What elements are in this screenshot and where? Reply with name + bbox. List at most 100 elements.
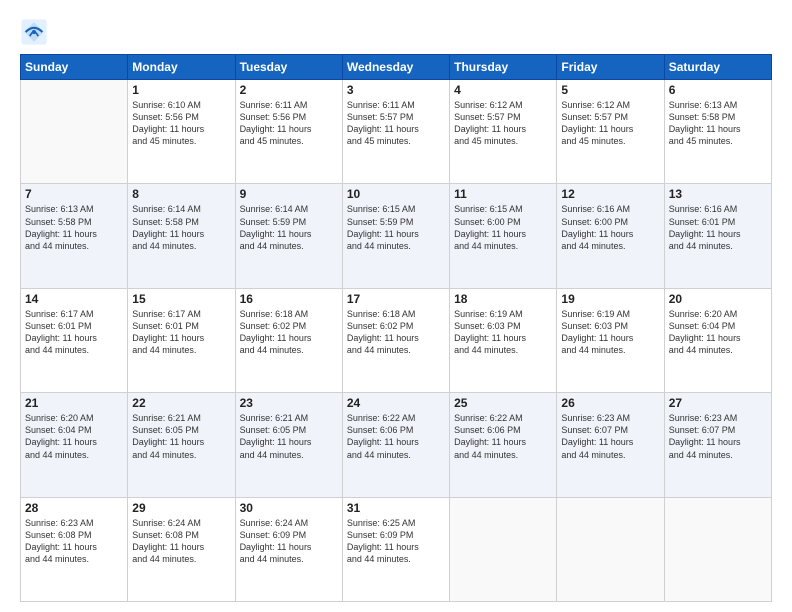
calendar-header: SundayMondayTuesdayWednesdayThursdayFrid… xyxy=(21,55,772,80)
calendar-body: 1 Sunrise: 6:10 AM Sunset: 5:56 PM Daylig… xyxy=(21,80,772,602)
day-number: 8 xyxy=(132,187,230,201)
day-number: 18 xyxy=(454,292,552,306)
day-number: 30 xyxy=(240,501,338,515)
cell-info: Sunrise: 6:13 AM Sunset: 5:58 PM Dayligh… xyxy=(25,203,123,252)
calendar-cell: 26Sunrise: 6:23 AM Sunset: 6:07 PM Dayli… xyxy=(557,393,664,497)
calendar-cell: 25Sunrise: 6:22 AM Sunset: 6:06 PM Dayli… xyxy=(450,393,557,497)
logo xyxy=(20,18,52,46)
calendar: SundayMondayTuesdayWednesdayThursdayFrid… xyxy=(20,54,772,602)
day-number: 1 xyxy=(132,83,230,97)
weekday-header-saturday: Saturday xyxy=(664,55,771,80)
cell-info: Sunrise: 6:17 AM Sunset: 6:01 PM Dayligh… xyxy=(25,308,123,357)
calendar-cell: 9Sunrise: 6:14 AM Sunset: 5:59 PM Daylig… xyxy=(235,184,342,288)
day-number: 22 xyxy=(132,396,230,410)
day-number: 7 xyxy=(25,187,123,201)
calendar-cell: 15 Sunrise: 6:17 AM Sunset: 6:01 PM Dayli… xyxy=(128,288,235,392)
cell-info: Sunrise: 6:23 AM Sunset: 6:07 PM Dayligh… xyxy=(561,412,659,461)
cell-info: Sunrise: 6:20 AM Sunset: 6:04 PM Dayligh… xyxy=(25,412,123,461)
weekday-header-thursday: Thursday xyxy=(450,55,557,80)
calendar-cell: 27 Sunrise: 6:23 AM Sunset: 6:07 PM Dayli… xyxy=(664,393,771,497)
day-number: 16 xyxy=(240,292,338,306)
cell-info: Sunrise: 6:20 AM Sunset: 6:04 PM Dayligh… xyxy=(669,308,767,357)
cell-info: Sunrise: 6:23 AM Sunset: 6:07 PM Dayligh… xyxy=(669,412,767,461)
weekday-header-monday: Monday xyxy=(128,55,235,80)
header xyxy=(20,18,772,46)
day-number: 15 xyxy=(132,292,230,306)
cell-info: Sunrise: 6:12 AM Sunset: 5:57 PM Dayligh… xyxy=(454,99,552,148)
day-number: 13 xyxy=(669,187,767,201)
day-number: 14 xyxy=(25,292,123,306)
cell-info: Sunrise: 6:10 AM Sunset: 5:56 PM Dayligh… xyxy=(132,99,230,148)
cell-info: Sunrise: 6:13 AM Sunset: 5:58 PM Dayligh… xyxy=(669,99,767,148)
day-number: 23 xyxy=(240,396,338,410)
cell-info: Sunrise: 6:18 AM Sunset: 6:02 PM Dayligh… xyxy=(240,308,338,357)
weekday-header-sunday: Sunday xyxy=(21,55,128,80)
weekday-row: SundayMondayTuesdayWednesdayThursdayFrid… xyxy=(21,55,772,80)
week-row: 1 Sunrise: 6:10 AM Sunset: 5:56 PM Daylig… xyxy=(21,80,772,184)
week-row: 7 Sunrise: 6:13 AM Sunset: 5:58 PM Daylig… xyxy=(21,184,772,288)
day-number: 6 xyxy=(669,83,767,97)
cell-info: Sunrise: 6:14 AM Sunset: 5:59 PM Dayligh… xyxy=(240,203,338,252)
cell-info: Sunrise: 6:15 AM Sunset: 5:59 PM Dayligh… xyxy=(347,203,445,252)
cell-info: Sunrise: 6:14 AM Sunset: 5:58 PM Dayligh… xyxy=(132,203,230,252)
day-number: 29 xyxy=(132,501,230,515)
calendar-cell: 20 Sunrise: 6:20 AM Sunset: 6:04 PM Dayli… xyxy=(664,288,771,392)
calendar-cell: 19Sunrise: 6:19 AM Sunset: 6:03 PM Dayli… xyxy=(557,288,664,392)
calendar-cell: 2 Sunrise: 6:11 AM Sunset: 5:56 PM Daylig… xyxy=(235,80,342,184)
calendar-cell xyxy=(450,497,557,601)
day-number: 11 xyxy=(454,187,552,201)
calendar-cell: 21 Sunrise: 6:20 AM Sunset: 6:04 PM Dayli… xyxy=(21,393,128,497)
weekday-header-tuesday: Tuesday xyxy=(235,55,342,80)
day-number: 3 xyxy=(347,83,445,97)
week-row: 14 Sunrise: 6:17 AM Sunset: 6:01 PM Dayli… xyxy=(21,288,772,392)
day-number: 5 xyxy=(561,83,659,97)
day-number: 21 xyxy=(25,396,123,410)
calendar-cell: 28 Sunrise: 6:23 AM Sunset: 6:08 PM Dayli… xyxy=(21,497,128,601)
calendar-cell xyxy=(664,497,771,601)
week-row: 21 Sunrise: 6:20 AM Sunset: 6:04 PM Dayli… xyxy=(21,393,772,497)
day-number: 27 xyxy=(669,396,767,410)
calendar-cell: 7 Sunrise: 6:13 AM Sunset: 5:58 PM Daylig… xyxy=(21,184,128,288)
calendar-cell: 24 Sunrise: 6:22 AM Sunset: 6:06 PM Dayli… xyxy=(342,393,449,497)
day-number: 31 xyxy=(347,501,445,515)
calendar-cell: 12Sunrise: 6:16 AM Sunset: 6:00 PM Dayli… xyxy=(557,184,664,288)
week-row: 28 Sunrise: 6:23 AM Sunset: 6:08 PM Dayli… xyxy=(21,497,772,601)
calendar-cell: 13 Sunrise: 6:16 AM Sunset: 6:01 PM Dayli… xyxy=(664,184,771,288)
logo-icon xyxy=(20,18,48,46)
day-number: 2 xyxy=(240,83,338,97)
cell-info: Sunrise: 6:25 AM Sunset: 6:09 PM Dayligh… xyxy=(347,517,445,566)
cell-info: Sunrise: 6:17 AM Sunset: 6:01 PM Dayligh… xyxy=(132,308,230,357)
cell-info: Sunrise: 6:16 AM Sunset: 6:01 PM Dayligh… xyxy=(669,203,767,252)
day-number: 17 xyxy=(347,292,445,306)
cell-info: Sunrise: 6:16 AM Sunset: 6:00 PM Dayligh… xyxy=(561,203,659,252)
calendar-cell: 11 Sunrise: 6:15 AM Sunset: 6:00 PM Dayli… xyxy=(450,184,557,288)
weekday-header-wednesday: Wednesday xyxy=(342,55,449,80)
cell-info: Sunrise: 6:11 AM Sunset: 5:56 PM Dayligh… xyxy=(240,99,338,148)
day-number: 20 xyxy=(669,292,767,306)
cell-info: Sunrise: 6:15 AM Sunset: 6:00 PM Dayligh… xyxy=(454,203,552,252)
calendar-cell: 22 Sunrise: 6:21 AM Sunset: 6:05 PM Dayli… xyxy=(128,393,235,497)
calendar-cell: 16 Sunrise: 6:18 AM Sunset: 6:02 PM Dayli… xyxy=(235,288,342,392)
cell-info: Sunrise: 6:19 AM Sunset: 6:03 PM Dayligh… xyxy=(561,308,659,357)
day-number: 24 xyxy=(347,396,445,410)
cell-info: Sunrise: 6:21 AM Sunset: 6:05 PM Dayligh… xyxy=(132,412,230,461)
cell-info: Sunrise: 6:23 AM Sunset: 6:08 PM Dayligh… xyxy=(25,517,123,566)
calendar-cell: 30 Sunrise: 6:24 AM Sunset: 6:09 PM Dayli… xyxy=(235,497,342,601)
cell-info: Sunrise: 6:21 AM Sunset: 6:05 PM Dayligh… xyxy=(240,412,338,461)
calendar-cell: 10 Sunrise: 6:15 AM Sunset: 5:59 PM Dayli… xyxy=(342,184,449,288)
cell-info: Sunrise: 6:19 AM Sunset: 6:03 PM Dayligh… xyxy=(454,308,552,357)
page: SundayMondayTuesdayWednesdayThursdayFrid… xyxy=(0,0,792,612)
calendar-cell xyxy=(21,80,128,184)
calendar-cell: 3 Sunrise: 6:11 AM Sunset: 5:57 PM Daylig… xyxy=(342,80,449,184)
cell-info: Sunrise: 6:24 AM Sunset: 6:09 PM Dayligh… xyxy=(240,517,338,566)
cell-info: Sunrise: 6:11 AM Sunset: 5:57 PM Dayligh… xyxy=(347,99,445,148)
calendar-cell: 5Sunrise: 6:12 AM Sunset: 5:57 PM Daylig… xyxy=(557,80,664,184)
calendar-cell: 4Sunrise: 6:12 AM Sunset: 5:57 PM Daylig… xyxy=(450,80,557,184)
calendar-cell: 14 Sunrise: 6:17 AM Sunset: 6:01 PM Dayli… xyxy=(21,288,128,392)
day-number: 28 xyxy=(25,501,123,515)
calendar-cell: 23 Sunrise: 6:21 AM Sunset: 6:05 PM Dayli… xyxy=(235,393,342,497)
day-number: 10 xyxy=(347,187,445,201)
calendar-cell: 18 Sunrise: 6:19 AM Sunset: 6:03 PM Dayli… xyxy=(450,288,557,392)
cell-info: Sunrise: 6:22 AM Sunset: 6:06 PM Dayligh… xyxy=(347,412,445,461)
day-number: 25 xyxy=(454,396,552,410)
